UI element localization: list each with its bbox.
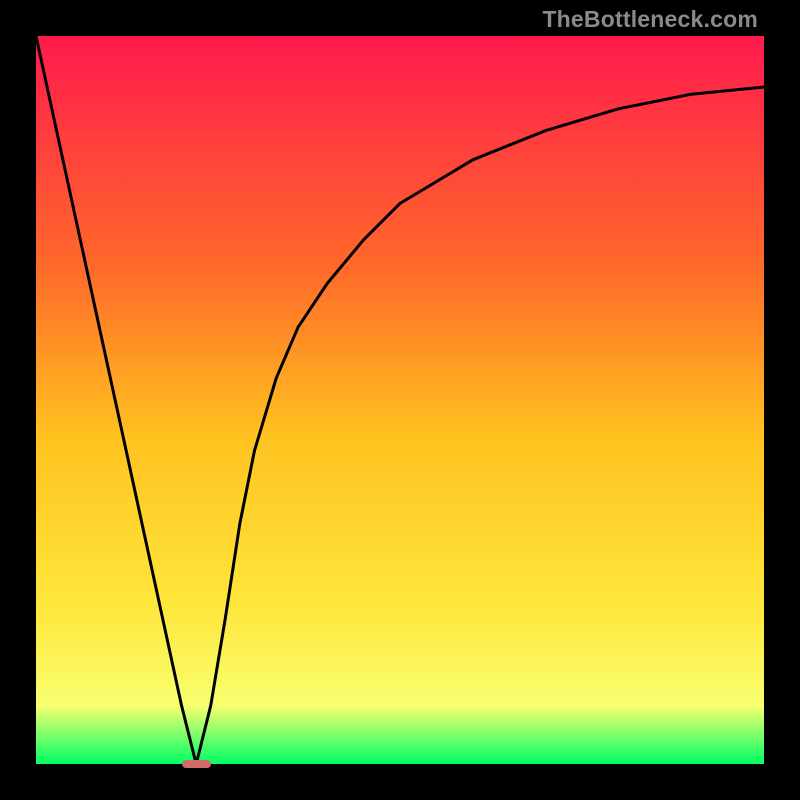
bottleneck-curve — [36, 36, 764, 764]
chart-frame: TheBottleneck.com — [0, 0, 800, 800]
watermark-text: TheBottleneck.com — [542, 6, 758, 33]
bottleneck-marker — [182, 760, 211, 769]
plot-area — [36, 36, 764, 764]
